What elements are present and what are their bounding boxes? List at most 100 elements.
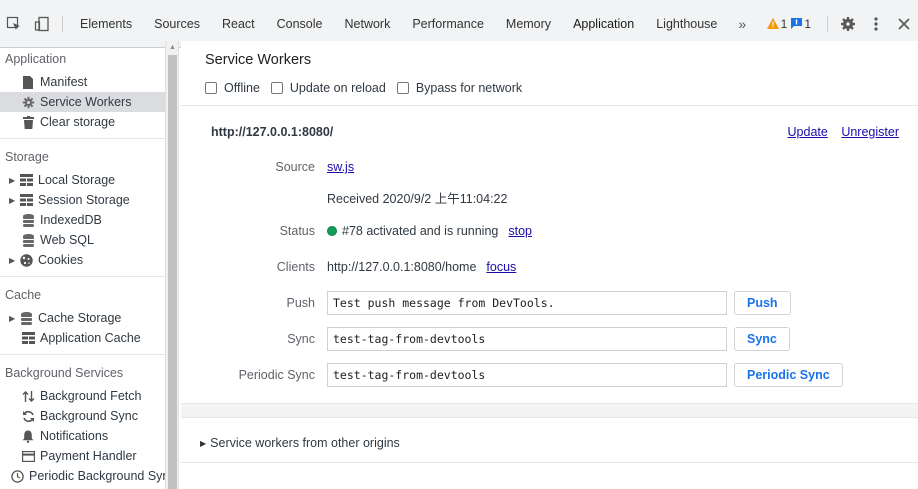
periodic-sync-input[interactable]: test-tag-from-devtools: [327, 363, 727, 387]
tab-elements[interactable]: Elements: [69, 0, 143, 48]
bell-icon: [21, 429, 35, 443]
received-text: Received 2020/9/2 上午11:04:22: [327, 192, 508, 206]
sidebar-item-indexeddb[interactable]: IndexedDB: [0, 210, 165, 230]
sidebar-scrollbar[interactable]: ▲: [165, 41, 179, 489]
source-file-link[interactable]: sw.js: [327, 160, 354, 174]
toolbar-divider-right: [827, 15, 828, 32]
sidebar-item-label: Session Storage: [38, 193, 130, 207]
sidebar-item-local-storage[interactable]: ▶ Local Storage: [0, 170, 165, 190]
sidebar-section-storage: Storage ▶ Local Storage ▶ Session Storage Ind…: [0, 148, 165, 277]
unregister-link[interactable]: Unregister: [841, 125, 899, 139]
checkbox-box[interactable]: [205, 82, 217, 94]
cookie-icon: [19, 253, 33, 267]
bottom-divider: [181, 462, 918, 463]
inspect-element-icon[interactable]: [0, 0, 28, 48]
offline-label: Offline: [224, 81, 260, 95]
trash-icon: [21, 115, 35, 129]
other-origins-toggle[interactable]: ▶ Service workers from other origins: [200, 436, 400, 450]
sidebar-section-title: Cache: [5, 288, 42, 302]
messages-count: 1: [804, 16, 811, 31]
sidebar-item-background-sync[interactable]: Background Sync: [0, 406, 165, 426]
options-row: Offline Update on reload Bypass for netw…: [205, 81, 533, 95]
update-on-reload-label: Update on reload: [289, 81, 386, 95]
sidebar-item-label: Web SQL: [40, 233, 94, 247]
sidebar-item-label: Manifest: [40, 75, 88, 89]
worker-origin: http://127.0.0.1:8080/: [211, 125, 334, 139]
sidebar-section-application: Application Manifest Service Workers Clear …: [0, 50, 165, 139]
sidebar-item-label: Payment Handler: [40, 449, 137, 463]
expand-arrow-icon[interactable]: ▶: [9, 314, 19, 323]
origin-actions: Update Unregister: [778, 125, 899, 139]
section-divider: [181, 403, 918, 418]
client-url: http://127.0.0.1:8080/home: [327, 260, 477, 274]
sidebar-section-title: Background Services: [5, 366, 124, 380]
sidebar-item-payment-handler[interactable]: Payment Handler: [0, 446, 165, 466]
sidebar-item-web-sql[interactable]: Web SQL: [0, 230, 165, 250]
scrollbar-thumb[interactable]: [168, 55, 177, 489]
offline-checkbox[interactable]: Offline: [205, 81, 260, 95]
checkbox-box[interactable]: [270, 82, 283, 94]
push-button[interactable]: Push: [734, 291, 791, 315]
warning-icon: [766, 18, 779, 29]
page-title: Service Workers: [205, 52, 312, 68]
status-label: Status: [279, 224, 315, 238]
database-icon: [21, 213, 35, 227]
sidebar-item-label: Clear storage: [40, 115, 116, 129]
periodic-sync-button[interactable]: Periodic Sync: [734, 363, 843, 387]
device-toolbar-icon[interactable]: [28, 0, 56, 48]
sync-icon: [21, 409, 35, 423]
service-workers-header: Service Workers Offline Update on reload…: [181, 41, 918, 106]
bypass-for-network-label: Bypass for network: [415, 81, 523, 95]
sidebar-item-label: Local Storage: [38, 173, 116, 187]
arrows-updown-icon: [21, 389, 35, 403]
clock-icon: [11, 469, 24, 483]
sidebar-item-periodic-background-sync[interactable]: Periodic Background Sync: [0, 466, 165, 486]
sync-button[interactable]: Sync: [734, 327, 790, 351]
sidebar-item-manifest[interactable]: Manifest: [0, 72, 165, 92]
sidebar-item-notifications[interactable]: Notifications: [0, 426, 165, 446]
sidebar-item-cache-storage[interactable]: ▶ Cache Storage: [0, 308, 165, 328]
application-sidebar: Application Manifest Service Workers Clear …: [0, 49, 165, 489]
stop-link[interactable]: stop: [508, 224, 532, 238]
sync-input[interactable]: test-tag-from-devtools: [327, 327, 727, 351]
bypass-for-network-checkbox[interactable]: Bypass for network: [396, 81, 523, 95]
scroll-up-arrow-icon[interactable]: ▲: [169, 44, 176, 51]
sidebar-item-clear-storage[interactable]: Clear storage: [0, 112, 165, 132]
update-link[interactable]: Update: [788, 125, 828, 139]
sidebar-section-title: Application: [5, 52, 67, 66]
sidebar-item-application-cache[interactable]: Application Cache: [0, 328, 165, 348]
push-input[interactable]: Test push message from DevTools.: [327, 291, 727, 315]
grid-icon: [19, 173, 33, 187]
sidebar-item-label: Service Workers: [40, 95, 132, 109]
sidebar-section-cache: Cache ▶ Cache Storage Application Cache: [0, 286, 165, 355]
sidebar-item-cookies[interactable]: ▶ Cookies: [0, 250, 165, 270]
expand-arrow-icon[interactable]: ▶: [9, 256, 19, 265]
sidebar-item-label: Cookies: [38, 253, 84, 267]
sidebar-item-label: Background Fetch: [40, 389, 142, 403]
clients-label: Clients: [276, 260, 315, 274]
expand-arrow-icon[interactable]: ▶: [9, 196, 19, 205]
sidebar-item-session-storage[interactable]: ▶ Session Storage: [0, 190, 165, 210]
expand-arrow-icon[interactable]: ▶: [9, 176, 19, 185]
push-label: Push: [286, 296, 316, 310]
periodic-sync-label: Periodic Sync: [238, 368, 315, 382]
warnings-count: 1: [780, 16, 788, 31]
sidebar-section-background-services: Background Services Background Fetch Backg…: [0, 364, 165, 489]
other-origins-label: Service workers from other origins: [210, 436, 400, 450]
grid-icon: [21, 331, 35, 345]
sidebar-item-label: Background Sync: [40, 409, 138, 423]
sidebar-item-service-workers[interactable]: Service Workers: [0, 92, 165, 112]
sidebar-item-label: Notifications: [40, 429, 109, 443]
checkbox-box[interactable]: [396, 82, 409, 94]
focus-link[interactable]: focus: [486, 260, 516, 274]
update-on-reload-checkbox[interactable]: Update on reload: [270, 81, 386, 95]
database-icon: [21, 233, 35, 247]
card-icon: [21, 449, 35, 463]
sidebar-item-label: Cache Storage: [38, 311, 122, 325]
database-icon: [19, 311, 33, 325]
sidebar-item-background-fetch[interactable]: Background Fetch: [0, 386, 165, 406]
issues-badge[interactable]: 1 1: [766, 16, 815, 31]
sync-label: Sync: [287, 332, 315, 346]
expand-triangle-icon: ▶: [200, 438, 207, 448]
sidebar-item-label: Application Cache: [40, 331, 141, 345]
